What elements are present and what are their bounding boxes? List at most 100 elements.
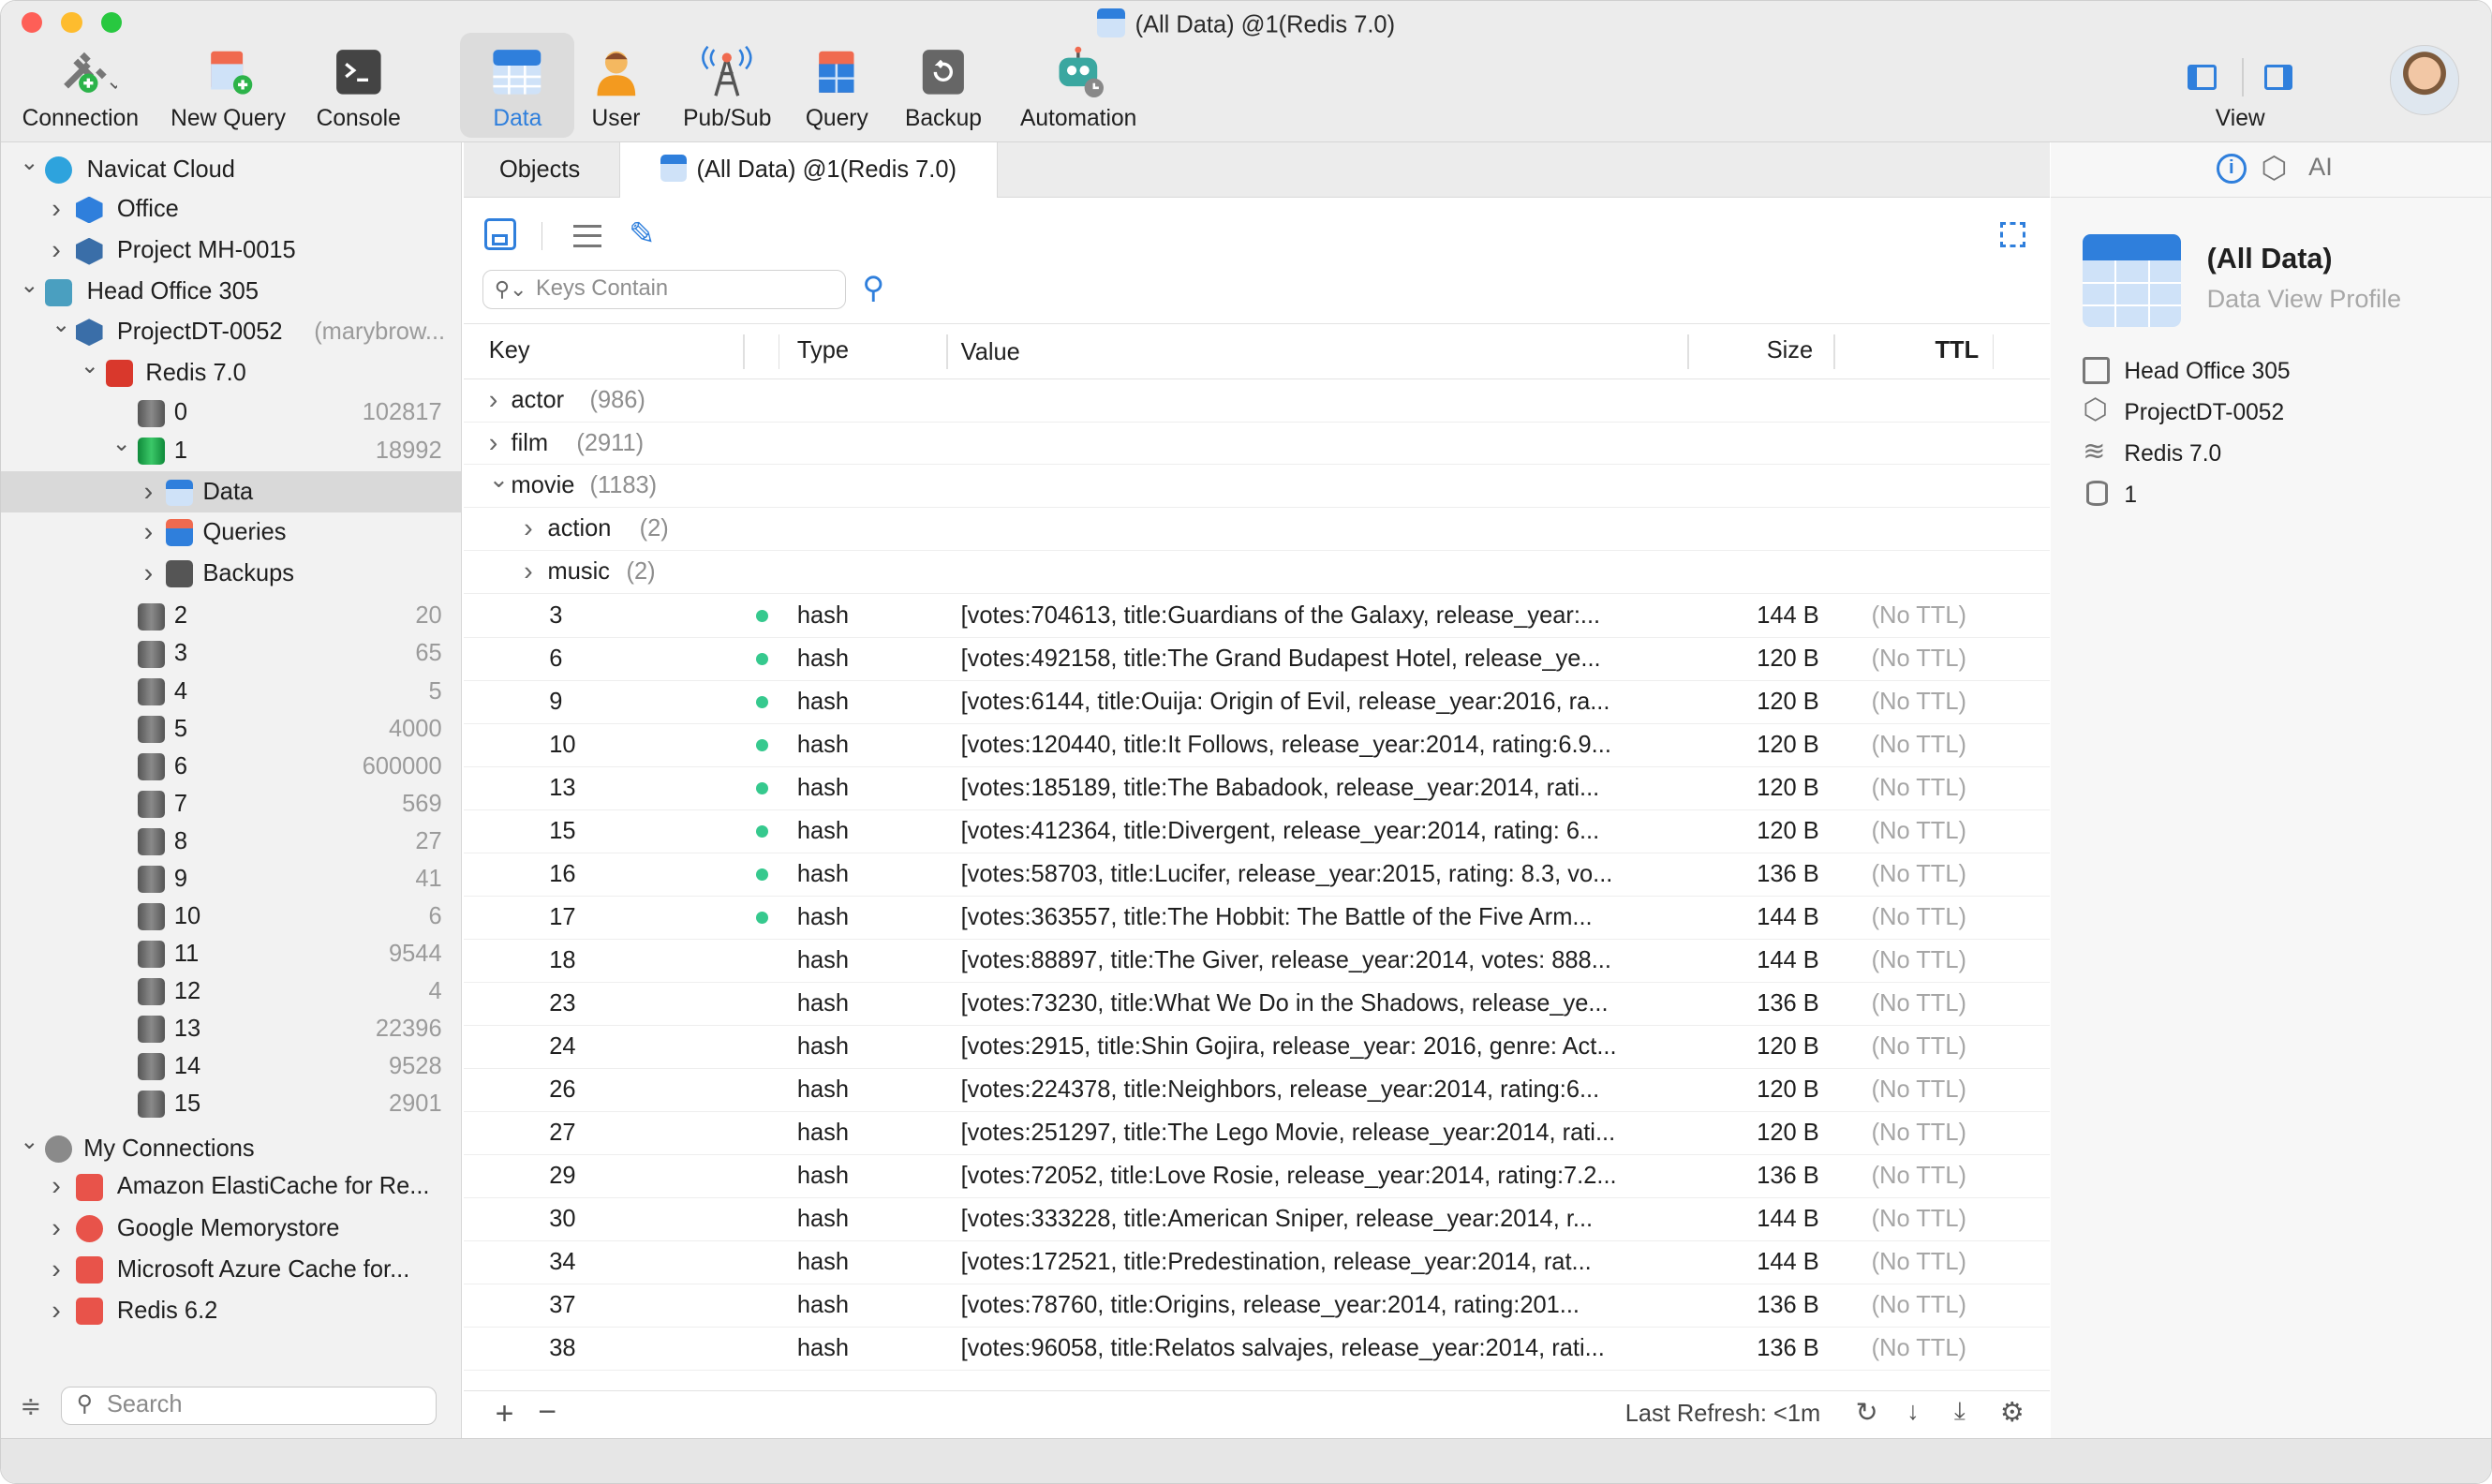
chevron-right-icon[interactable]: › <box>524 508 533 551</box>
tree-db[interactable]: 9 41 <box>1 858 461 899</box>
tree-office[interactable]: › Office <box>1 188 461 230</box>
tree-db[interactable]: 8 27 <box>1 821 461 862</box>
tree-db-1[interactable]: ⌄ 1 18992 <box>1 430 461 471</box>
tree-redis-62[interactable]: › Redis 6.2 <box>1 1290 461 1331</box>
sidebar-search-input[interactable]: ⚲ Search <box>61 1387 437 1425</box>
table-row[interactable]: 27 hash [votes:251297, title:The Lego Movi… <box>463 1112 2050 1155</box>
tree-db[interactable]: 14 9528 <box>1 1046 461 1087</box>
table-row[interactable]: 30 hash [votes:333228, title:American Snip… <box>463 1198 2050 1241</box>
table-row[interactable]: 15 hash [votes:412364, title:Divergent, re… <box>463 810 2050 854</box>
filter-toggle-icon[interactable]: ≑ <box>20 1391 41 1421</box>
tree-db[interactable]: 13 22396 <box>1 1008 461 1049</box>
tree-project-mh[interactable]: › Project MH-0015 <box>1 230 461 271</box>
tab-objects[interactable]: Objects <box>464 142 616 198</box>
tab-all-data[interactable]: (All Data) @1(Redis 7.0) <box>618 141 998 199</box>
edit-icon[interactable]: ✎ <box>629 215 655 253</box>
tree-queries[interactable]: › Queries <box>1 512 461 553</box>
avatar[interactable] <box>2389 45 2460 116</box>
tree-azure-cache[interactable]: › Microsoft Azure Cache for... <box>1 1249 461 1290</box>
chevron-right-icon[interactable]: › <box>52 1165 67 1207</box>
table-row[interactable]: 16 hash [votes:58703, title:Lucifer, relea… <box>463 853 2050 898</box>
column-key[interactable]: Key <box>489 337 530 364</box>
table-row[interactable]: 6 hash [votes:492158, title:The Grand Buda… <box>463 638 2050 682</box>
tree-head-office[interactable]: ⌄ Head Office 305 <box>1 271 461 312</box>
column-size[interactable]: Size <box>1767 337 1813 364</box>
query-button[interactable]: Query <box>799 33 875 138</box>
chevron-right-icon[interactable]: › <box>489 379 498 423</box>
add-key-button[interactable]: + <box>496 1396 514 1432</box>
chevron-down-icon[interactable]: ⌄ <box>81 346 99 387</box>
tree-my-connections[interactable]: ⌄ My Connections <box>1 1128 461 1169</box>
table-row[interactable]: 26 hash [votes:224378, title:Neighbors, re… <box>463 1069 2050 1112</box>
chevron-down-icon[interactable]: ⌄ <box>112 423 131 465</box>
table-row[interactable]: 24 hash [votes:2915, title:Shin Gojira, re… <box>463 1026 2050 1069</box>
fullscreen-icon[interactable] <box>2000 221 2026 247</box>
chevron-right-icon[interactable]: › <box>144 553 160 594</box>
list-view-icon[interactable] <box>572 225 602 247</box>
tree-google-memorystore[interactable]: › Google Memorystore <box>1 1208 461 1249</box>
chevron-right-icon[interactable]: › <box>52 230 67 271</box>
info-icon[interactable]: i <box>2216 153 2247 185</box>
search-icon[interactable]: ⚲ <box>862 270 884 305</box>
remove-key-button[interactable]: − <box>538 1394 556 1431</box>
refresh-icon[interactable]: ↻ <box>1856 1396 1878 1429</box>
tree-redis-7[interactable]: ⌄ Redis 7.0 <box>1 352 461 393</box>
chevron-down-icon[interactable]: ⌄ <box>20 265 38 306</box>
table-row[interactable]: 17 hash [votes:363557, title:The Hobbit: T… <box>463 897 2050 941</box>
tree-db-0[interactable]: 0 102817 <box>1 392 461 433</box>
table-row[interactable]: 9 hash [votes:6144, title:Ouija: Origin of… <box>463 681 2050 725</box>
toggle-right-panel-icon[interactable] <box>2263 64 2293 90</box>
table-row[interactable]: 18 hash [votes:88897, title:The Giver, rel… <box>463 940 2050 983</box>
automation-button[interactable]: Automation <box>1012 33 1145 138</box>
keys-contain-input[interactable]: ⚲⌄ Keys Contain <box>482 269 847 310</box>
chevron-right-icon[interactable]: › <box>144 471 160 512</box>
tree-db[interactable]: 15 2901 <box>1 1083 461 1124</box>
table-row[interactable]: 10 hash [votes:120440, title:It Follows, r… <box>463 724 2050 768</box>
data-button[interactable]: Data <box>460 32 575 138</box>
chevron-down-icon[interactable]: ⌄ <box>489 459 509 502</box>
tree-amazon-elasticache[interactable]: › Amazon ElastiCache for Re... <box>1 1165 461 1207</box>
chevron-right-icon[interactable]: › <box>52 188 67 230</box>
key-group-row[interactable]: › music (2) <box>463 551 2050 594</box>
tree-navicat-cloud[interactable]: ⌄ Navicat Cloud <box>1 149 461 190</box>
tree-db[interactable]: 45 <box>1 671 461 712</box>
tree-db[interactable]: 10 6 <box>1 896 461 937</box>
chevron-down-icon[interactable]: ⌄ <box>52 304 70 346</box>
column-value[interactable]: Value <box>961 339 1020 366</box>
table-row[interactable]: 29 hash [votes:72052, title:Love Rosie, re… <box>463 1155 2050 1198</box>
table-row[interactable]: 34 hash [votes:172521, title:Predestinatio… <box>463 1241 2050 1284</box>
key-group-row[interactable]: › film (2911) <box>463 423 2050 466</box>
table-row[interactable]: 3 hash [votes:704613, title:Guardians of t… <box>463 595 2050 639</box>
tree-db[interactable]: 2 20 <box>1 595 461 636</box>
tree-db[interactable]: 5 4000 <box>1 708 461 749</box>
column-type[interactable]: Type <box>797 337 849 364</box>
tree-db[interactable]: 12 4 <box>1 971 461 1012</box>
backup-button[interactable]: Backup <box>900 33 986 138</box>
settings-gear-icon[interactable]: ⚙ <box>2000 1396 2025 1429</box>
chevron-right-icon[interactable]: › <box>52 1208 67 1249</box>
key-group-row[interactable]: ⌄ movie (1183) <box>463 465 2050 509</box>
toggle-left-panel-icon[interactable] <box>2188 64 2217 90</box>
tree-db[interactable]: 7 569 <box>1 783 461 824</box>
chevron-down-icon[interactable]: ⌄ <box>20 1121 38 1163</box>
tree-db[interactable]: 6 600000 <box>1 746 461 787</box>
tree-db[interactable]: 3 65 <box>1 632 461 674</box>
new-query-button[interactable]: New Query <box>160 33 297 138</box>
table-row[interactable]: 38 hash [votes:96058, title:Relatos salvaj… <box>463 1328 2050 1371</box>
connection-button[interactable]: Connection <box>7 33 154 138</box>
table-row[interactable]: 23 hash [votes:73230, title:What We Do in … <box>463 983 2050 1026</box>
load-more-icon[interactable]: ↓ <box>1906 1396 1920 1426</box>
chevron-right-icon[interactable]: › <box>144 512 160 553</box>
tree-backups[interactable]: › Backups <box>1 553 461 594</box>
key-group-row[interactable]: › actor (986) <box>463 379 2050 423</box>
chevron-down-icon[interactable]: ⌄ <box>20 142 38 184</box>
tree-db[interactable]: 11 9544 <box>1 933 461 974</box>
chevron-right-icon[interactable]: › <box>524 551 533 594</box>
console-button[interactable]: Console <box>306 33 411 138</box>
tree-projectdt[interactable]: ⌄ ProjectDT-0052 (marybrow... <box>1 311 461 352</box>
save-icon[interactable] <box>483 218 516 251</box>
chevron-right-icon[interactable]: › <box>52 1249 67 1290</box>
chevron-right-icon[interactable]: › <box>52 1290 67 1331</box>
table-row[interactable]: 13 hash [votes:185189, title:The Babadook,… <box>463 767 2050 811</box>
hexagon-icon[interactable]: ⬡ <box>2261 150 2287 186</box>
